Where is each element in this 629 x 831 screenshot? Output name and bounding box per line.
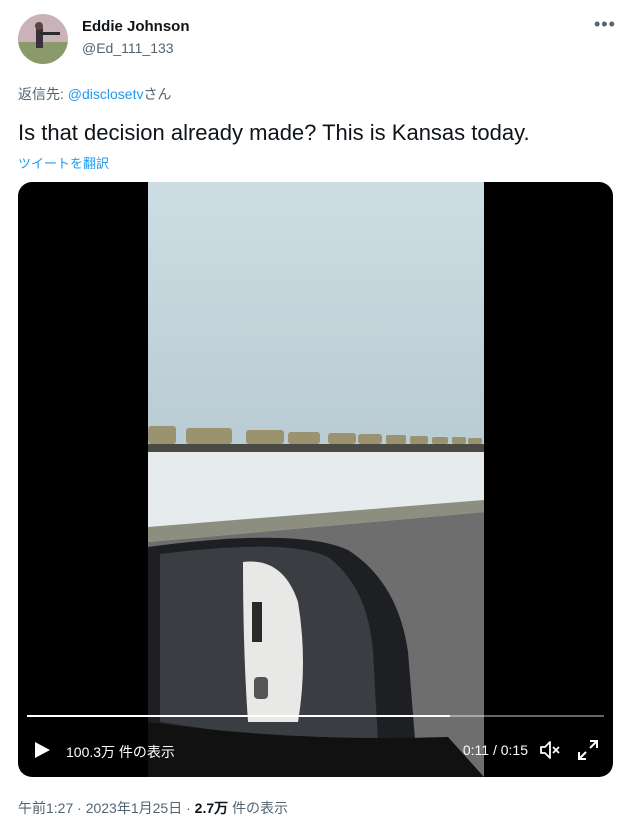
more-icon[interactable]: ••• xyxy=(594,14,616,35)
avatar-image xyxy=(18,14,68,64)
video-progress-bar[interactable] xyxy=(27,715,604,717)
video-views-label: 100.3万 件の表示 xyxy=(66,744,175,760)
video-frame[interactable] xyxy=(148,182,484,777)
video-progress-fill xyxy=(27,715,450,717)
tweet-meta: 午前1:27 · 2023年1月25日 · 2.7万 件の表示 xyxy=(18,798,288,818)
tweet-text: Is that decision already made? This is K… xyxy=(18,120,530,145)
reply-context: 返信先: @disclosetvさん xyxy=(18,84,171,104)
video-player[interactable]: 100.3万 件の表示 0:11 / 0:15 xyxy=(18,182,613,777)
fullscreen-icon[interactable] xyxy=(577,739,599,761)
tweet-time[interactable]: 午前1:27 xyxy=(18,800,73,816)
play-icon[interactable] xyxy=(33,741,51,759)
avatar[interactable] xyxy=(18,14,68,64)
video-time-label: 0:11 / 0:15 xyxy=(462,742,528,758)
tweet-views-count[interactable]: 2.7万 xyxy=(195,800,228,816)
reply-mention-link[interactable]: @disclosetv xyxy=(68,86,144,102)
meta-separator: · xyxy=(73,800,86,816)
reply-suffix: さん xyxy=(143,86,172,102)
translate-link[interactable]: ツイートを翻訳 xyxy=(18,153,109,172)
video-controls: 100.3万 件の表示 0:11 / 0:15 xyxy=(18,707,613,777)
video-still xyxy=(148,182,484,777)
meta-separator: · xyxy=(182,800,195,816)
author-handle[interactable]: @Ed_111_133 xyxy=(82,40,174,56)
reply-prefix: 返信先: xyxy=(18,86,68,102)
volume-icon[interactable] xyxy=(539,739,561,761)
tweet-views-suffix: 件の表示 xyxy=(228,800,289,816)
author-name[interactable]: Eddie Johnson xyxy=(82,18,190,35)
tweet-date[interactable]: 2023年1月25日 xyxy=(86,800,183,816)
